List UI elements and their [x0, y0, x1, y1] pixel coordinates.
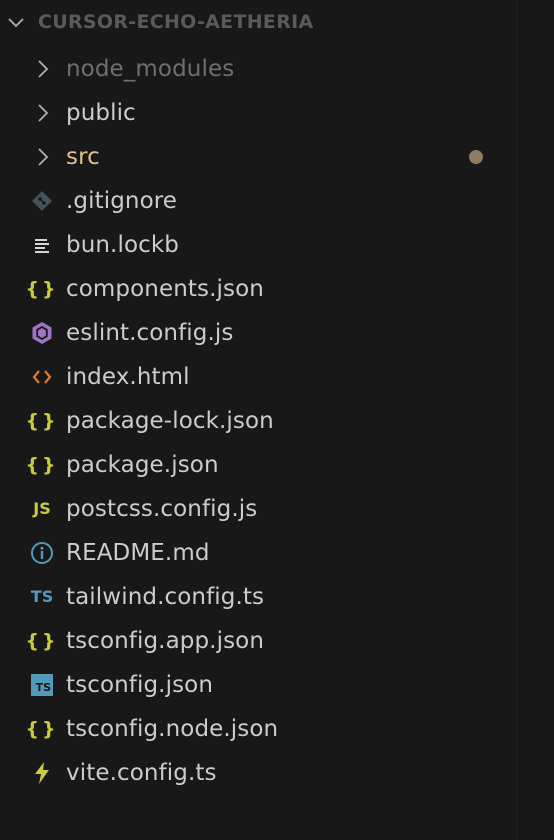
- tsconfig-icon: TS: [28, 673, 56, 697]
- chevron-right-icon[interactable]: [28, 57, 56, 81]
- tree-item-postcss-config[interactable]: JS postcss.config.js: [0, 487, 516, 531]
- chevron-right-icon[interactable]: [28, 101, 56, 125]
- modified-indicator-dot: [469, 150, 483, 164]
- tree-item-readme[interactable]: README.md: [0, 531, 516, 575]
- tree-item-label: tsconfig.app.json: [66, 628, 265, 654]
- tree-item-label: package-lock.json: [66, 408, 274, 434]
- tree-item-index-html[interactable]: index.html: [0, 355, 516, 399]
- tree-item-tsconfig-node-json[interactable]: {} tsconfig.node.json: [0, 707, 516, 751]
- tree-item-label: node_modules: [66, 56, 235, 82]
- tree-item-eslint-config[interactable]: eslint.config.js: [0, 311, 516, 355]
- vite-bolt-icon: [28, 761, 56, 785]
- tree-item-label: package.json: [66, 452, 219, 478]
- tree-item-tailwind-config[interactable]: TS tailwind.config.ts: [0, 575, 516, 619]
- json-braces-icon: {}: [25, 718, 59, 740]
- tree-item-tsconfig-json[interactable]: TS tsconfig.json: [0, 663, 516, 707]
- workspace-title: CURSOR-ECHO-AETHERIA: [38, 11, 314, 33]
- json-braces-icon: {}: [25, 454, 59, 476]
- json-braces-icon: {}: [25, 410, 59, 432]
- tree-item-label: postcss.config.js: [66, 496, 258, 522]
- tree-item-package-json[interactable]: {} package.json: [0, 443, 516, 487]
- tree-item-package-lock-json[interactable]: {} package-lock.json: [0, 399, 516, 443]
- eslint-icon: [28, 321, 56, 345]
- file-tree: node_modules public src .gitignore bun.l…: [0, 47, 516, 795]
- tree-item-tsconfig-app-json[interactable]: {} tsconfig.app.json: [0, 619, 516, 663]
- tree-item-vite-config[interactable]: vite.config.ts: [0, 751, 516, 795]
- tree-item-label: public: [66, 100, 136, 126]
- tree-item-components-json[interactable]: {} components.json: [0, 267, 516, 311]
- tree-item-label: tailwind.config.ts: [66, 584, 265, 610]
- explorer-section-header[interactable]: CURSOR-ECHO-AETHERIA: [0, 0, 516, 46]
- typescript-icon: TS: [30, 587, 54, 606]
- tree-item-bun-lockb[interactable]: bun.lockb: [0, 223, 516, 267]
- javascript-icon: JS: [33, 499, 51, 518]
- json-braces-icon: {}: [25, 630, 59, 652]
- tree-item-label: index.html: [66, 364, 190, 390]
- file-explorer: CURSOR-ECHO-AETHERIA node_modules public…: [0, 0, 554, 840]
- git-icon: [28, 189, 56, 213]
- tree-item-label: tsconfig.node.json: [66, 716, 279, 742]
- tree-item-public[interactable]: public: [0, 91, 516, 135]
- tree-item-label: components.json: [66, 276, 264, 302]
- tree-item-label: src: [66, 144, 100, 170]
- chevron-down-icon[interactable]: [6, 13, 26, 33]
- tree-item-label: vite.config.ts: [66, 760, 217, 786]
- tree-item-label: tsconfig.json: [66, 672, 214, 698]
- tree-item-node-modules[interactable]: node_modules: [0, 47, 516, 91]
- tree-item-label: eslint.config.js: [66, 320, 234, 346]
- panel-divider: [516, 0, 517, 840]
- lines-icon: [28, 233, 56, 257]
- tree-item-label: bun.lockb: [66, 232, 179, 258]
- tree-item-src[interactable]: src: [0, 135, 516, 179]
- chevron-right-icon[interactable]: [28, 145, 56, 169]
- html-icon: [28, 365, 56, 389]
- info-icon: [28, 541, 56, 565]
- tree-item-label: .gitignore: [66, 188, 178, 214]
- tree-item-gitignore[interactable]: .gitignore: [0, 179, 516, 223]
- tree-item-label: README.md: [66, 540, 210, 566]
- json-braces-icon: {}: [25, 278, 59, 300]
- tsconfig-badge: TS: [31, 674, 53, 696]
